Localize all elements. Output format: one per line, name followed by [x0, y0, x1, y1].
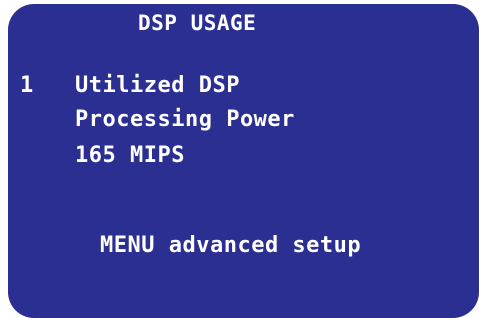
menu-hint: MENU advanced setup	[100, 233, 362, 258]
info-line-2: Processing Power	[75, 107, 295, 132]
info-line-1: Utilized DSP	[75, 73, 240, 98]
screen-title: DSP USAGE	[138, 11, 257, 35]
lcd-screen: DSP USAGE 1 Utilized DSP Processing Powe…	[8, 4, 479, 318]
dsp-usage-value: 165 MIPS	[75, 143, 185, 168]
item-number: 1	[20, 73, 34, 98]
